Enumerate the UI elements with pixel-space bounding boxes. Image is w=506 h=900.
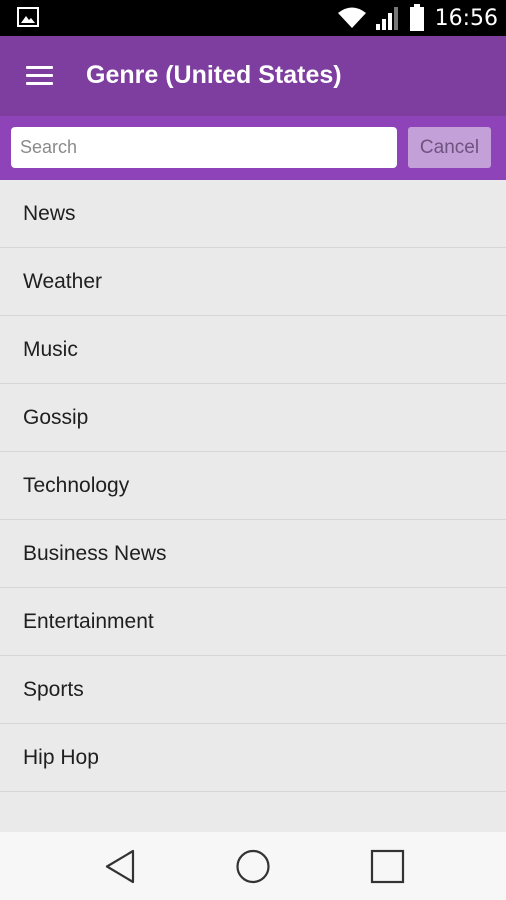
list-item[interactable]: News xyxy=(0,180,506,248)
battery-icon xyxy=(409,4,424,31)
list-item-label: Business News xyxy=(23,542,167,565)
list-item-label: Music xyxy=(23,338,78,361)
list-item-label: Technology xyxy=(23,474,130,497)
back-icon[interactable] xyxy=(100,846,140,886)
list-item-label: Hip Hop xyxy=(23,746,99,769)
list-item-label: Sports xyxy=(23,678,84,701)
list-item[interactable]: Business News xyxy=(0,520,506,588)
list-item[interactable]: Technology xyxy=(0,452,506,520)
list-item-label: Entertainment xyxy=(23,610,154,633)
search-input[interactable] xyxy=(11,127,397,168)
list-item-label: News xyxy=(23,202,76,225)
recents-icon[interactable] xyxy=(367,846,407,886)
list-item[interactable]: Gossip xyxy=(0,384,506,452)
list-item-label: Weather xyxy=(23,270,102,293)
status-time: 16:56 xyxy=(434,5,498,31)
image-icon xyxy=(17,7,39,27)
wifi-icon xyxy=(337,7,366,28)
search-bar: Cancel xyxy=(0,116,506,180)
navigation-bar xyxy=(0,832,506,900)
app-bar: Genre (United States) xyxy=(0,36,506,116)
home-icon[interactable] xyxy=(233,846,273,886)
list-item[interactable]: Music xyxy=(0,316,506,384)
hamburger-menu-icon[interactable] xyxy=(26,66,54,86)
cancel-button[interactable]: Cancel xyxy=(408,127,491,168)
page-title: Genre (United States) xyxy=(86,61,342,89)
list-item[interactable]: Sports xyxy=(0,656,506,724)
genre-list: News Weather Music Gossip Technology Bus… xyxy=(0,180,506,832)
list-item[interactable]: Entertainment xyxy=(0,588,506,656)
status-bar: 16:56 xyxy=(0,0,506,36)
signal-icon xyxy=(375,7,398,30)
list-item[interactable]: Weather xyxy=(0,248,506,316)
list-item-label: Gossip xyxy=(23,406,89,429)
list-item[interactable]: Hip Hop xyxy=(0,724,506,792)
list-item[interactable] xyxy=(0,792,506,832)
